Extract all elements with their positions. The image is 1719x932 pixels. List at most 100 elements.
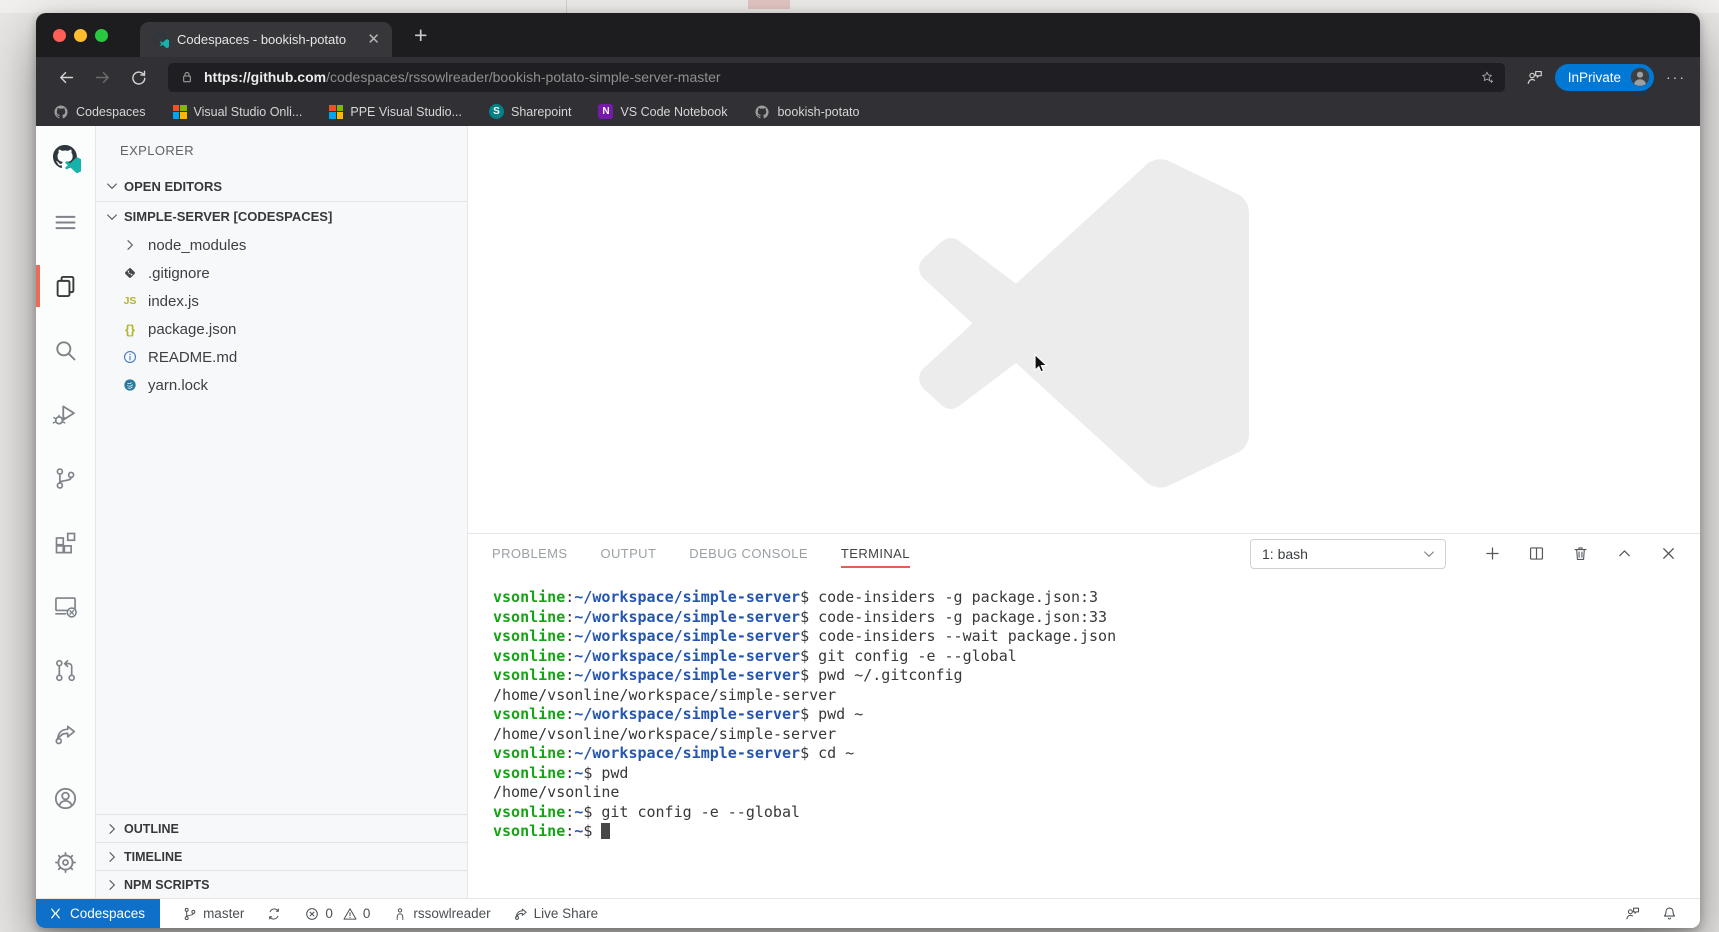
section-timeline[interactable]: TIMELINE [96,842,467,870]
close-window-button[interactable] [53,29,66,42]
file-name: yarn.lock [148,377,208,394]
terminal-prompt-path: ~/workspace/simple-server [574,588,800,606]
activity-search[interactable] [36,318,95,382]
address-bar[interactable]: https://github.com/codespaces/rssowlread… [168,63,1505,92]
section-open-editors[interactable]: OPEN EDITORS [96,171,467,201]
terminal-prompt-colon: : [565,803,574,821]
panel-tab-terminal[interactable]: TERMINAL [841,534,910,573]
split-terminal-button[interactable] [1527,544,1546,563]
codespaces-icon [51,143,81,173]
activity-live-share[interactable] [36,702,95,766]
terminal-prompt-dollar: $ [800,666,809,684]
file-gitignore[interactable]: .gitignore [96,259,467,287]
terminal-prompt-path: ~/workspace/simple-server [574,608,800,626]
bookmark-label: bookish-potato [777,105,859,119]
file-readme-md[interactable]: README.md [96,343,467,371]
activity-settings[interactable] [36,830,95,894]
notifications-bell-icon[interactable] [1661,905,1678,922]
activity-account[interactable] [36,766,95,830]
back-button[interactable] [50,62,82,92]
status-problems[interactable]: 0 0 [304,906,370,922]
activity-menu[interactable] [36,190,95,254]
traffic-lights [53,29,108,42]
activity-explorer[interactable] [36,254,95,318]
terminal-line: /home/vsonline/workspace/simple-server [493,725,1700,745]
sidebar-spacer [96,399,467,814]
status-sync-button[interactable] [266,906,282,922]
desktop-background-strip [0,0,1719,13]
status-remote-codespaces[interactable]: Codespaces [36,899,160,928]
send-feedback-button[interactable] [1519,62,1551,92]
bottom-panel: PROBLEMS OUTPUT DEBUG CONSOLE TERMINAL 1: b… [468,533,1700,898]
file-index-js[interactable]: JSindex.js [96,287,467,315]
status-user[interactable]: rssowlreader [392,906,490,922]
remote-icon [52,593,79,620]
terminal-line: vsonline:~/workspace/simple-server$code-… [493,588,1700,608]
minimize-window-button[interactable] [74,29,87,42]
tab-title: Codespaces - bookish-potato [177,32,357,47]
activity-run-debug[interactable] [36,382,95,446]
terminal-prompt-path: ~ [574,822,583,840]
gitignore-icon [122,265,138,281]
activity-codespaces-home[interactable] [36,126,95,190]
new-terminal-button[interactable] [1483,544,1502,563]
ms-logo-square [180,112,187,119]
feedback-icon[interactable] [1624,905,1641,922]
reload-button[interactable] [122,62,154,92]
browser-tab[interactable]: Codespaces - bookish-potato ✕ [140,22,392,57]
user-label: rssowlreader [413,906,490,921]
bookmark-vs-code-notebook[interactable]: NVS Code Notebook [598,104,727,119]
terminal-prompt-path: ~/workspace/simple-server [574,705,800,723]
activity-extensions[interactable] [36,510,95,574]
extensions-icon [52,529,79,556]
files-icon [52,273,79,300]
section-npm-scripts[interactable]: NPM SCRIPTS [96,870,467,898]
bookmark-codespaces[interactable]: Codespaces [53,104,146,120]
file-package-json[interactable]: {}package.json [96,315,467,343]
status-live-share[interactable]: Live Share [513,906,599,922]
status-branch[interactable]: master [182,906,244,922]
terminal-cursor [601,823,610,839]
favorite-star-icon[interactable] [1479,69,1495,85]
tab-close-icon[interactable]: ✕ [365,32,382,47]
browser-menu-button[interactable]: ··· [1666,69,1686,85]
file-yarn-lock[interactable]: yarn.lock [96,371,467,399]
activity-source-control[interactable] [36,446,95,510]
terminal-shell-select[interactable]: 1: bash [1250,539,1446,569]
bookmark-sharepoint[interactable]: SSharepoint [489,104,571,119]
panel-tab-debug-console[interactable]: DEBUG CONSOLE [689,534,808,573]
activity-github-pull-requests[interactable] [36,638,95,702]
kill-terminal-button[interactable] [1571,544,1590,563]
editor-and-panel: PROBLEMS OUTPUT DEBUG CONSOLE TERMINAL 1: b… [468,126,1700,898]
bookmark-ppe-visual-studio[interactable]: PPE Visual Studio... [329,105,462,119]
js-icon: JS [124,295,137,307]
readme-info-icon [122,349,138,365]
new-tab-button[interactable]: + [414,24,427,47]
panel-actions: 1: bash [1250,534,1678,573]
new-terminal-icon [1483,544,1502,563]
panel-tab-problems[interactable]: PROBLEMS [492,534,567,573]
forward-button[interactable] [86,62,118,92]
activity-remote-explorer[interactable] [36,574,95,638]
section-outline[interactable]: OUTLINE [96,814,467,842]
chevron-file-icon [121,237,139,253]
branch-label: master [203,906,244,921]
terminal-prompt-colon: : [565,608,574,626]
section-workspace[interactable]: SIMPLE-SERVER [CODESPACES] [96,201,467,231]
zoom-window-button[interactable] [95,29,108,42]
file-node-modules[interactable]: node_modules [96,231,467,259]
bookmark-visual-studio-onli[interactable]: Visual Studio Onli... [173,105,303,119]
terminal-prompt-path: ~/workspace/simple-server [574,627,800,645]
bookmark-bookish-potato[interactable]: bookish-potato [754,104,859,120]
terminal-output[interactable]: vsonline:~/workspace/simple-server$code-… [468,573,1700,898]
close-panel-button[interactable] [1659,544,1678,563]
maximize-panel-button[interactable] [1615,544,1634,563]
panel-tab-output[interactable]: OUTPUT [600,534,656,573]
terminal-prompt-colon: : [565,764,574,782]
editor-area[interactable] [468,126,1700,533]
inprivate-badge[interactable]: InPrivate [1555,64,1654,91]
codespaces-favicon-icon [152,31,169,48]
yarn-icon [122,377,138,393]
maximize-panel-icon [1615,544,1634,563]
panel-header: PROBLEMS OUTPUT DEBUG CONSOLE TERMINAL 1: b… [468,534,1700,573]
